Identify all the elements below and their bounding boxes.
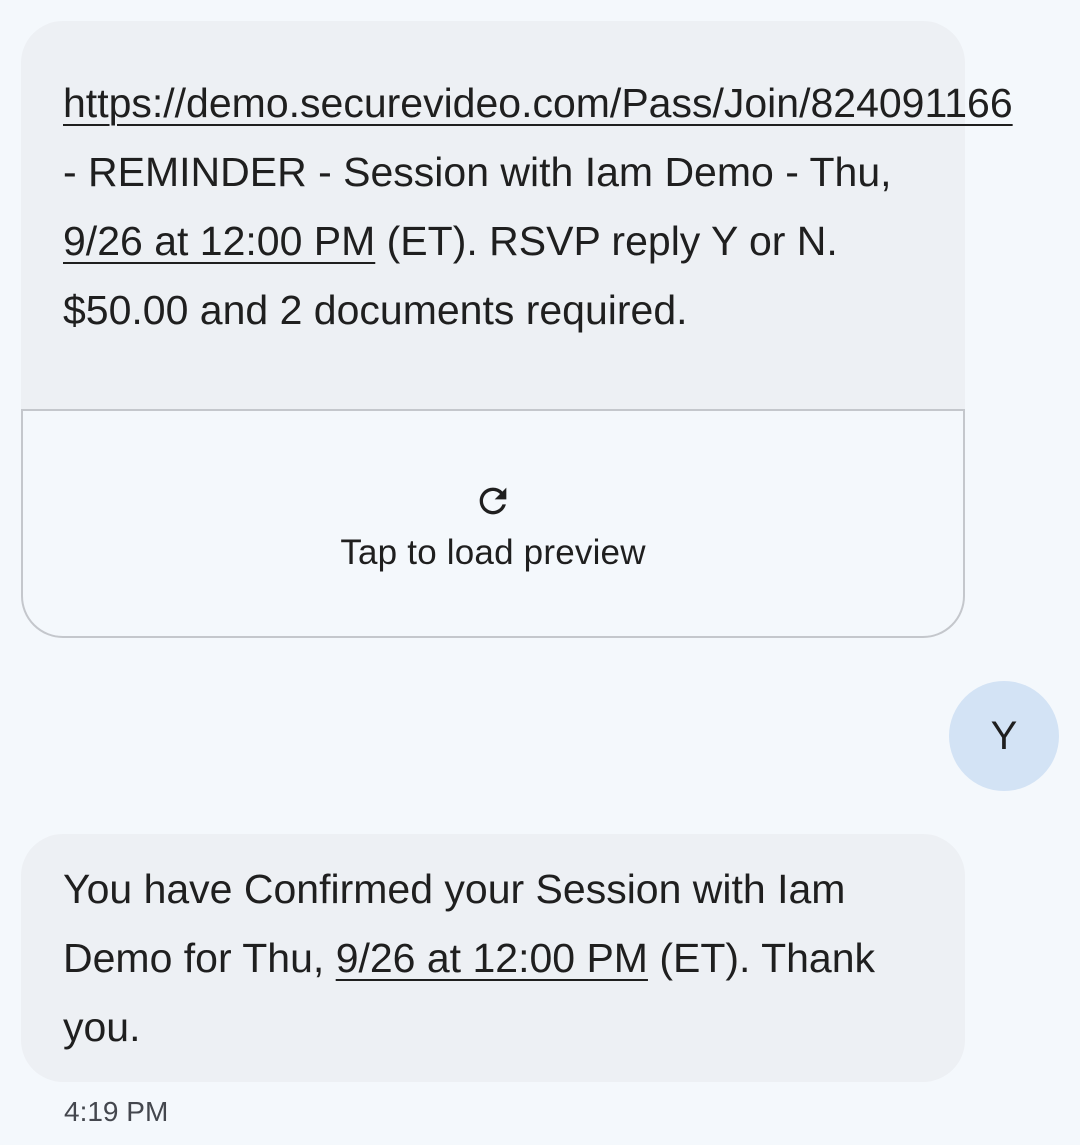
link-preview-card[interactable]: Tap to load preview <box>21 409 965 638</box>
incoming-message-confirmation[interactable]: You have Confirmed your Session with Iam… <box>21 834 965 1082</box>
message-timestamp: 4:19 PM <box>64 1096 169 1127</box>
message-text-segment: - REMINDER - Session with Iam Demo - Thu… <box>63 149 892 195</box>
message-thread: https://demo.securevideo.com/Pass/Join/8… <box>0 0 1080 1145</box>
message-text: https://demo.securevideo.com/Pass/Join/8… <box>21 21 1013 409</box>
date-link[interactable]: 9/26 at 12:00 PM <box>336 935 648 981</box>
date-link[interactable]: 9/26 at 12:00 PM <box>63 218 375 264</box>
refresh-icon <box>479 487 507 514</box>
url-link[interactable]: https://demo.securevideo.com/Pass/Join/8… <box>63 80 1013 126</box>
incoming-message-reminder[interactable]: https://demo.securevideo.com/Pass/Join/8… <box>21 21 1013 638</box>
outgoing-message-text: Y <box>990 713 1018 758</box>
outgoing-message[interactable]: Y <box>949 681 1059 791</box>
load-preview-label: Tap to load preview <box>340 532 646 572</box>
